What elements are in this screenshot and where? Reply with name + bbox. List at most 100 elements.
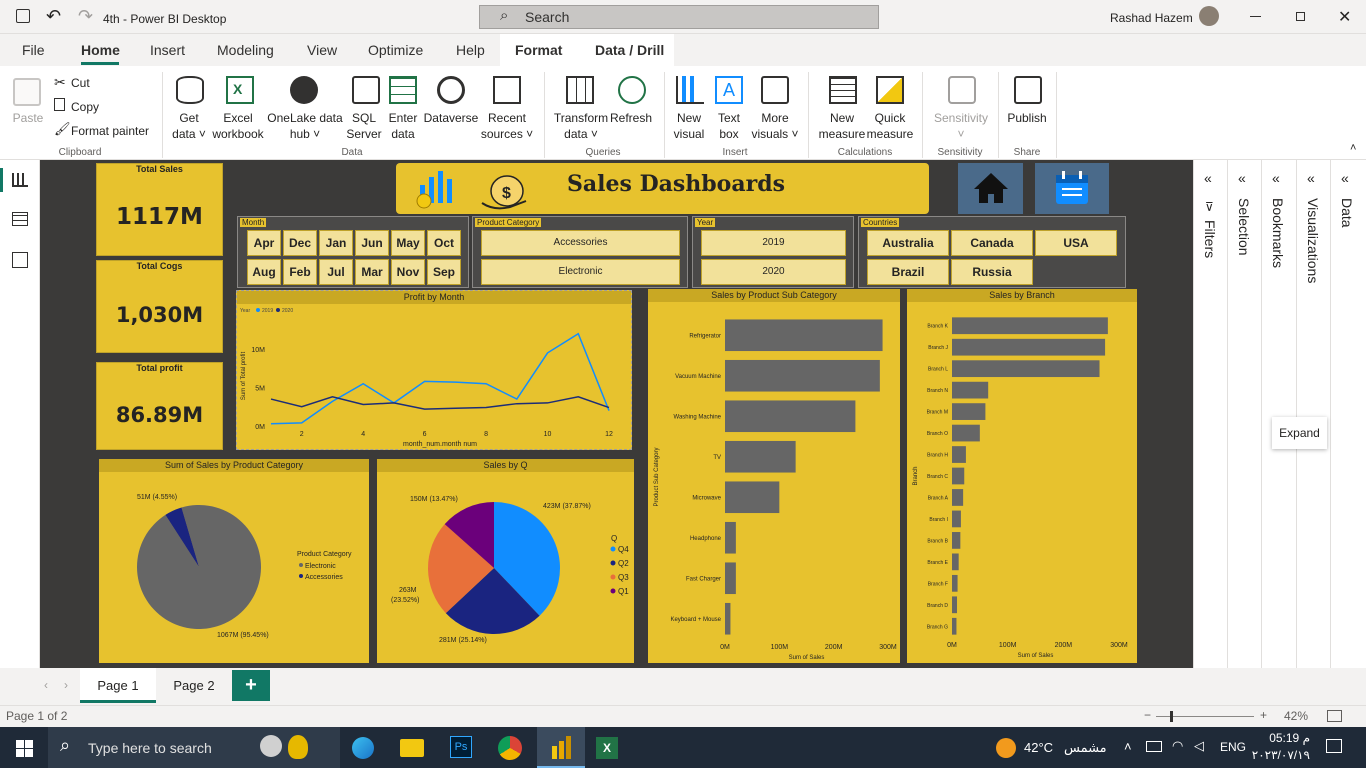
calendar-button[interactable] [1035,163,1109,214]
slicer-option[interactable]: 2019 [701,230,846,256]
zoom-slider-thumb[interactable] [1170,711,1173,722]
page-tab-1[interactable]: Page 1 [80,668,156,703]
menu-help[interactable]: Help [456,42,485,58]
volume-icon[interactable]: ◁ [1194,738,1204,754]
slicer-option[interactable]: 2020 [701,259,846,285]
chrome-icon[interactable] [498,736,522,760]
wifi-icon[interactable]: ◠ [1172,738,1183,754]
kpi-total-profit[interactable]: Total profit 86.89M [96,362,223,450]
pane-visualizations[interactable]: « Visualizations [1296,160,1330,668]
clock-date[interactable]: ٢٠٢٣/٠٧/١٩ [1246,748,1310,762]
excel-workbook-button[interactable]: Excel workbook [208,110,268,142]
collapse-ribbon-icon[interactable]: ˄ [1350,142,1356,154]
restore-icon[interactable] [1296,12,1305,21]
slicer-option[interactable]: Australia [867,230,949,256]
quick-measure-button[interactable]: Quick measure [862,110,918,142]
excel-taskbar-icon[interactable]: X [596,737,618,759]
expand-icon[interactable]: « [1204,170,1212,186]
transform-data-button[interactable]: Transform data ˅ [552,110,610,142]
cut-button[interactable]: Cut [71,75,90,91]
photoshop-icon[interactable]: Ps [450,736,472,758]
undo-icon[interactable]: ↶ [46,6,61,27]
sales-by-branch-visual[interactable]: Sales by Branch Branch K Branch J Branch L… [907,289,1137,663]
prev-page-icon[interactable]: ‹ [44,678,48,692]
save-icon[interactable] [16,9,30,23]
kpi-total-cogs[interactable]: Total Cogs 1,030M [96,260,223,353]
profit-by-month-visual[interactable]: Profit by Month Year 2019 2020 0M 5M 10M 2 4 6 8 1… [236,290,632,450]
notifications-icon[interactable] [1326,739,1342,753]
slicer-option[interactable]: Jul [319,259,353,285]
sales-by-subcategory-visual[interactable]: Sales by Product Sub Category Refrigerat… [648,289,900,663]
zoom-out-icon[interactable]: − [1144,708,1151,722]
menu-optimize[interactable]: Optimize [368,42,423,58]
get-data-button[interactable]: Get data ˅ [166,110,212,142]
table-view-icon[interactable] [12,212,28,226]
copy-button[interactable]: Copy [71,99,99,115]
slicer-option[interactable]: May [391,230,425,256]
expand-icon[interactable]: « [1238,170,1246,186]
minimize-icon[interactable] [1250,16,1261,17]
slicer-option[interactable]: Canada [951,230,1033,256]
slicer-option[interactable]: Accessories [481,230,680,256]
taskbar-search[interactable]: ⌕ Type here to search [48,727,340,768]
slicer-option[interactable]: Nov [391,259,425,285]
expand-icon[interactable]: « [1272,170,1280,186]
zoom-in-icon[interactable]: + [1260,708,1267,722]
more-visuals-button[interactable]: More visuals ˅ [748,110,802,142]
menu-file[interactable]: File [22,42,45,58]
text-box-button[interactable]: Text box [710,110,748,142]
slicer-option[interactable]: Apr [247,230,281,256]
slicer-option[interactable]: Russia [951,259,1033,285]
new-visual-button[interactable]: New visual [668,110,710,142]
sql-server-button[interactable]: SQL Server [344,110,384,142]
slicer-option[interactable]: Mar [355,259,389,285]
menu-insert[interactable]: Insert [150,42,185,58]
expand-icon[interactable]: « [1307,170,1315,186]
sensitivity-button[interactable]: Sensitivity ˅ [928,110,994,142]
model-view-icon[interactable] [12,252,28,268]
pane-selection[interactable]: « Selection [1227,160,1261,668]
pane-bookmarks[interactable]: « Bookmarks [1261,160,1295,668]
slicer-option[interactable]: Aug [247,259,281,285]
page-tab-2[interactable]: Page 2 [158,668,230,703]
recent-sources-button[interactable]: Recent sources ˅ [478,110,536,142]
edge-icon[interactable] [352,737,374,759]
menu-format[interactable]: Format [515,42,562,58]
slicer-option[interactable]: Electronic [481,259,680,285]
battery-icon[interactable] [1146,741,1162,752]
onelake-button[interactable]: OneLake data hub ˅ [266,110,344,142]
slicer-option[interactable]: Oct [427,230,461,256]
pane-filters[interactable]: « ⊽ Filters [1193,160,1227,668]
publish-button[interactable]: Publish [1004,110,1050,126]
paste-button[interactable]: Paste [8,110,48,126]
powerbi-taskbar-app[interactable] [537,727,585,768]
redo-icon[interactable]: ↷ [78,6,93,27]
file-explorer-icon[interactable] [400,739,424,757]
search-box[interactable]: ⌕ Search [479,5,879,29]
enter-data-button[interactable]: Enter data [383,110,423,142]
expand-icon[interactable]: « [1341,170,1349,186]
add-page-button[interactable]: + [232,670,270,701]
slicer-option[interactable]: Jun [355,230,389,256]
windows-start-icon[interactable] [16,740,33,757]
format-painter-button[interactable]: Format painter [71,123,149,139]
home-button[interactable] [958,163,1023,214]
refresh-button[interactable]: Refresh [606,110,656,126]
menu-data-drill[interactable]: Data / Drill [595,42,664,58]
menu-view[interactable]: View [307,42,337,58]
pane-data[interactable]: « Data [1330,160,1366,668]
slicer-option[interactable]: Feb [283,259,317,285]
slicer-option[interactable]: Jan [319,230,353,256]
kpi-total-sales[interactable]: Total Sales 1117M [96,163,223,256]
sales-by-q-visual[interactable]: Sales by Q 423M (37.87%) 281M (25.14%) 263… [377,459,634,663]
clock-time[interactable]: 05:19 م [1252,731,1310,745]
dataverse-button[interactable]: Dataverse [422,110,480,126]
input-language[interactable]: ENG [1220,740,1246,754]
menu-modeling[interactable]: Modeling [217,42,274,58]
next-page-icon[interactable]: › [64,678,68,692]
slicer-option[interactable]: Sep [427,259,461,285]
menu-home[interactable]: Home [81,42,120,58]
avatar[interactable] [1199,6,1219,26]
sales-by-category-visual[interactable]: Sum of Sales by Product Category 51M (4.… [99,459,369,663]
tray-chevron-icon[interactable]: ˄ [1124,739,1132,754]
